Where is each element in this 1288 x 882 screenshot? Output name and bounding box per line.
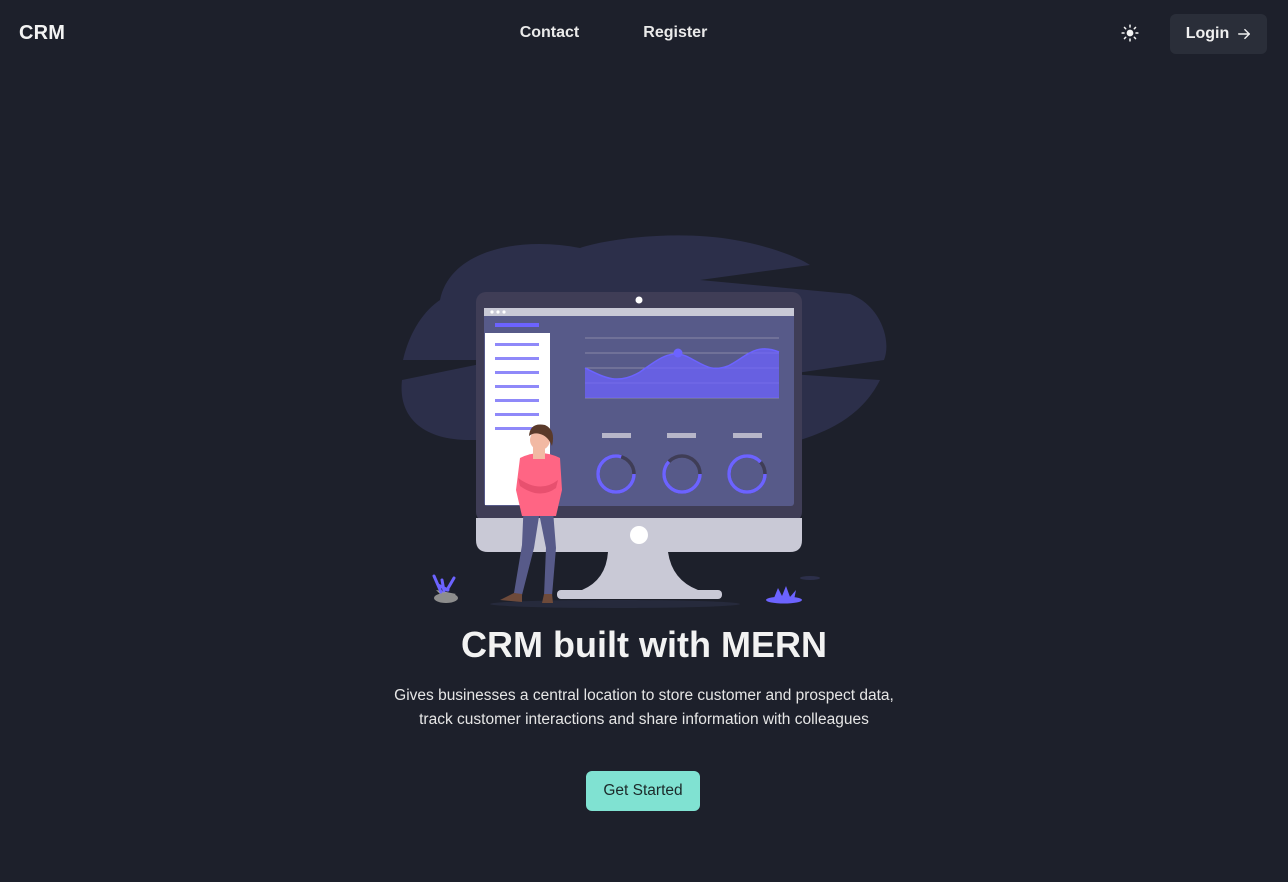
hero-title: CRM built with MERN	[461, 624, 827, 665]
theme-toggle-button[interactable]	[1119, 22, 1141, 44]
landing-page: CRM Contact Register Login CRM built wit…	[0, 0, 1288, 882]
crm-dashboard-illustration	[401, 235, 887, 608]
login-button[interactable]: Login	[1170, 14, 1267, 54]
get-started-button[interactable]: Get Started	[586, 771, 700, 811]
top-navbar: CRM Contact Register Login	[0, 0, 1288, 68]
nav-links: Contact Register	[0, 24, 1288, 42]
nav-link-register[interactable]: Register	[643, 24, 707, 42]
arrow-right-icon	[1238, 28, 1251, 40]
nav-link-contact[interactable]: Contact	[520, 24, 580, 42]
login-label: Login	[1185, 25, 1230, 42]
sun-icon	[1121, 24, 1139, 42]
hero-description: Gives businesses a central location to s…	[394, 687, 894, 728]
